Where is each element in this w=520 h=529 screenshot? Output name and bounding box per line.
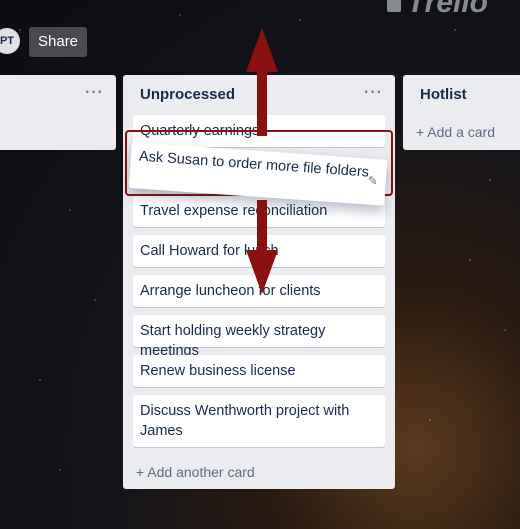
logo-text: Trello (406, 0, 488, 19)
list-menu-button[interactable]: ··· (364, 84, 383, 102)
card-wenthworth-project[interactable]: Discuss Wenthworth project with James (133, 395, 385, 447)
trello-logo: Trello (386, 0, 488, 20)
card-call-howard[interactable]: Call Howard for lunch (133, 235, 385, 267)
card-title: Arrange luncheon for clients (140, 283, 321, 299)
list-title[interactable]: Unprocessed (140, 86, 235, 103)
add-card-button[interactable]: + Add a card (416, 124, 495, 140)
pencil-icon[interactable]: ✎ (367, 174, 378, 189)
card-title: Start holding weekly strategy meetings (140, 323, 326, 359)
avatar[interactable]: PT (0, 28, 20, 54)
logo-icon (386, 0, 401, 13)
list-hotlist: Hotlist + Add a card (403, 75, 520, 150)
list-left: ··· (0, 75, 116, 150)
card-renew-license[interactable]: Renew business license (133, 355, 385, 387)
card-weekly-strategy[interactable]: Start holding weekly strategy meetings (133, 315, 385, 359)
list-menu-button[interactable]: ··· (85, 84, 104, 102)
card-arrange-luncheon[interactable]: Arrange luncheon for clients (133, 275, 385, 307)
card-title: Travel expense reconciliation (140, 203, 328, 219)
card-title: Discuss Wenthworth project with James (140, 403, 350, 439)
card-title: Renew business license (140, 363, 296, 379)
list-title[interactable]: Hotlist (420, 86, 467, 103)
share-button[interactable]: Share (29, 27, 88, 57)
card-title: Call Howard for lunch (140, 243, 279, 259)
add-another-card-button[interactable]: + Add another card (136, 464, 255, 480)
